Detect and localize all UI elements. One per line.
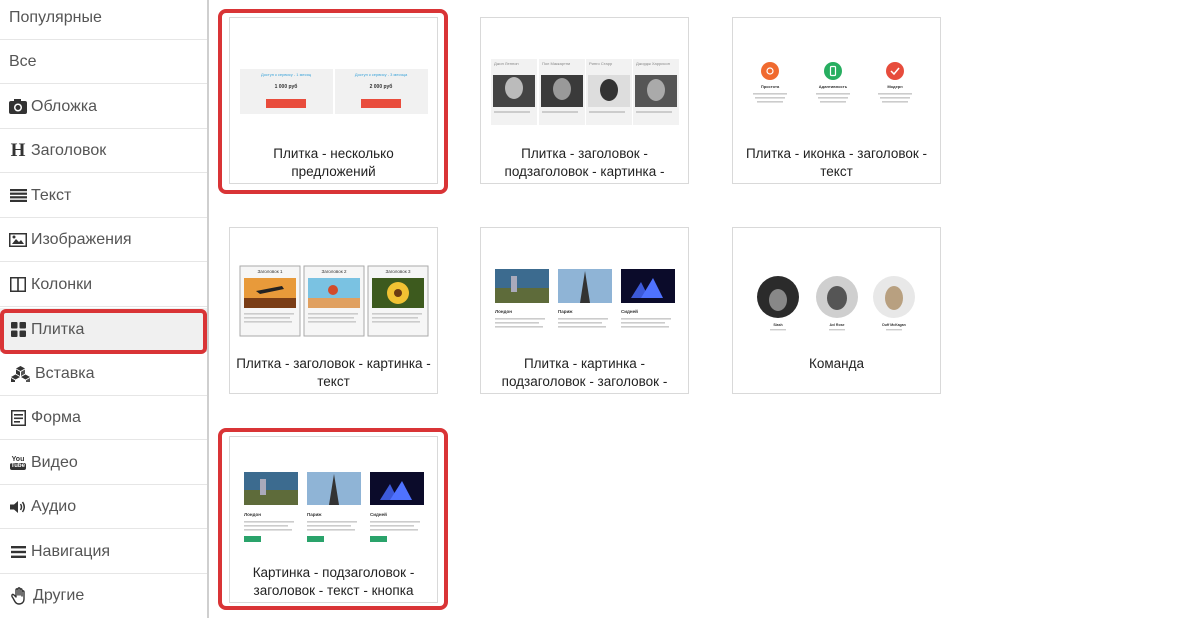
feature-title: Модерн xyxy=(887,84,903,89)
sidebar-item-audio[interactable]: Аудио xyxy=(0,485,207,529)
card-label: Плитка - заголовок - подзаголовок - карт… xyxy=(504,146,665,179)
tile-title: Заголовок 3 xyxy=(386,269,411,274)
people-preview-thumbnail: Джон Леннон Пол Маккартни Ринго Старр Дж… xyxy=(491,59,679,125)
tile-title: Заголовок 1 xyxy=(258,269,283,274)
tiles-preview-thumbnail: Заголовок 1 Заголовок 2 Заголовок 3 xyxy=(239,265,429,337)
template-card-icon-title-text[interactable]: Простота Адаптивность Модерн Плитка - ик… xyxy=(732,17,941,184)
person-name: Пол Маккартни xyxy=(542,61,570,66)
person-name: Джордж Харрисон xyxy=(636,61,670,66)
card-label: Плитка - иконка - заголовок - текст xyxy=(745,146,928,179)
city-name: Сидней xyxy=(621,308,638,314)
speaker-icon xyxy=(9,498,27,516)
sidebar-item-label: Навигация xyxy=(31,542,111,560)
sidebar-item-embed[interactable]: Вставка xyxy=(0,352,207,396)
template-card-title-subtitle-image[interactable]: Джон Леннон Пол Маккартни Ринго Старр Дж… xyxy=(480,17,689,184)
card-label: Плитка - заголовок - картинка - текст xyxy=(236,356,431,389)
city-name: Париж xyxy=(558,309,573,314)
card-label: Плитка - картинка - подзаголовок - загол… xyxy=(501,356,668,389)
heading-icon: H xyxy=(10,139,26,161)
sidebar-item-label: Заголовок xyxy=(31,141,107,159)
icons-preview-thumbnail: Простота Адаптивность Модерн xyxy=(753,62,912,103)
plan-1-price: 1 000 руб xyxy=(275,83,298,90)
city-name: Лондон xyxy=(495,309,512,314)
sidebar-item-label: Изображения xyxy=(31,230,132,248)
cubes-icon xyxy=(9,365,31,383)
camera-icon xyxy=(9,98,27,116)
city-name: Сидней xyxy=(370,511,387,517)
tile-title: Заголовок 2 xyxy=(322,269,347,274)
plan-2-title: Доступ к сервису - 3 месяца xyxy=(355,72,408,77)
person-name: Ринго Старр xyxy=(589,61,613,66)
feature-title: Адаптивность xyxy=(819,84,848,89)
city-name: Париж xyxy=(307,512,322,517)
sidebar-item-heading[interactable]: H Заголовок xyxy=(0,129,207,173)
sidebar-item-label: Обложка xyxy=(31,97,98,115)
city-name: Лондон xyxy=(244,512,261,517)
sidebar-item-navigation[interactable]: Навигация xyxy=(0,530,207,574)
form-icon xyxy=(9,409,27,427)
plan-1-title: Доступ к сервису - 1 месяц xyxy=(261,72,312,77)
card-label: Картинка - подзаголовок - заголовок - те… xyxy=(252,565,415,598)
cities-preview-thumbnail: Лондон Париж Сидней xyxy=(495,269,675,328)
feature-title: Простота xyxy=(761,84,780,89)
sidebar-item-text[interactable]: Текст xyxy=(0,174,207,218)
cities-button-preview-thumbnail: Лондон Париж Сидней xyxy=(244,472,424,542)
sidebar-item-label: Все xyxy=(9,52,37,70)
card-label: Команда xyxy=(808,356,864,371)
template-card-image-subtitle-title[interactable]: Лондон Париж Сидней Плитка - картинка - … xyxy=(480,227,689,394)
sidebar-item-images[interactable]: Изображения xyxy=(0,218,207,262)
sidebar-item-popular[interactable]: Популярные xyxy=(0,0,207,40)
sidebar-item-cover[interactable]: Обложка xyxy=(0,85,207,129)
sidebar-item-other[interactable]: Другие xyxy=(0,574,207,618)
template-card-team[interactable]: Slash Axl Rose Duff McKagan Команда xyxy=(732,227,941,394)
text-lines-icon xyxy=(9,187,27,205)
columns-icon xyxy=(9,276,27,294)
sidebar-item-label: Другие xyxy=(33,587,85,604)
sidebar-item-label: Вставка xyxy=(35,364,95,382)
youtube-icon: You Tube xyxy=(10,455,26,470)
sidebar-item-label: Плитка xyxy=(31,320,85,338)
person-name: Джон Леннон xyxy=(494,61,519,66)
member-name: Axl Rose xyxy=(830,323,845,327)
hand-icon xyxy=(9,587,29,605)
image-icon xyxy=(9,231,27,249)
team-preview-thumbnail: Slash Axl Rose Duff McKagan xyxy=(757,276,915,331)
menu-icon xyxy=(9,543,27,561)
sidebar-item-label: Текст xyxy=(31,186,72,204)
sidebar-item-label: Видео xyxy=(31,453,78,471)
sidebar-item-columns[interactable]: Колонки xyxy=(0,263,207,307)
tiles-icon xyxy=(9,321,27,339)
member-name: Duff McKagan xyxy=(882,323,906,327)
sidebar-item-video[interactable]: You Tube Видео xyxy=(0,441,207,485)
template-card-title-image-text[interactable]: Заголовок 1 Заголовок 2 Заголовок 3 Плит… xyxy=(229,227,438,394)
card-label: Плитка - несколько предложений xyxy=(273,146,394,179)
sidebar-item-all[interactable]: Все xyxy=(0,40,207,84)
member-name: Slash xyxy=(773,323,782,327)
sidebar-item-label: Форма xyxy=(31,408,81,426)
sidebar-item-form[interactable]: Форма xyxy=(0,396,207,440)
sidebar-item-tiles[interactable]: Плитка xyxy=(0,308,207,352)
template-card-image-text-button[interactable]: Лондон Париж Сидней Картинка - подзаголо… xyxy=(229,436,438,603)
sidebar-item-label: Колонки xyxy=(31,275,93,293)
block-category-sidebar: Популярные Все Обложка H Заголовок Текст… xyxy=(0,0,209,618)
sidebar-item-label: Популярные xyxy=(9,8,102,26)
plan-2-price: 2 000 руб xyxy=(370,83,393,90)
template-card-pricing-offers[interactable]: Доступ к сервису - 1 месяц 1 000 руб Дос… xyxy=(229,17,438,184)
pricing-preview-thumbnail: Доступ к сервису - 1 месяц 1 000 руб Дос… xyxy=(240,69,428,114)
sidebar-item-label: Аудио xyxy=(31,497,77,515)
